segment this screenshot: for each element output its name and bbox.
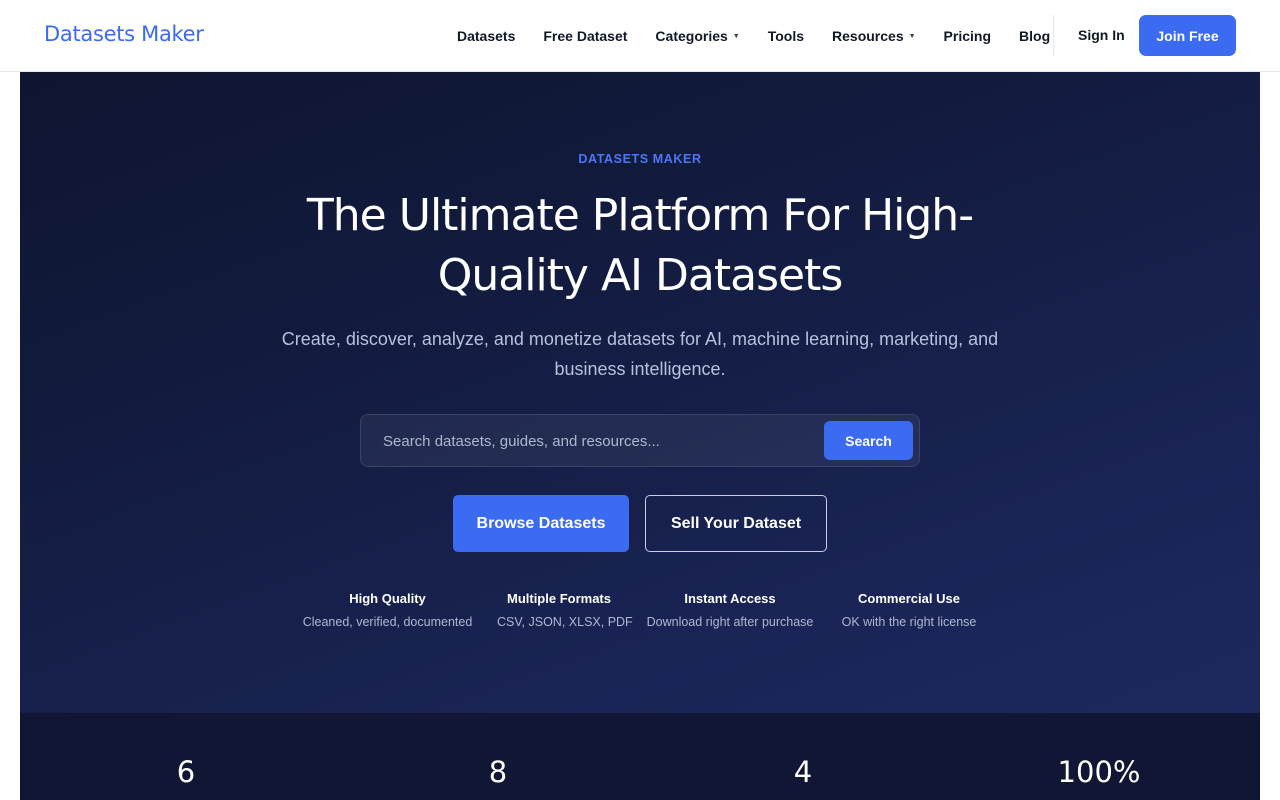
logo[interactable]: Datasets Maker bbox=[44, 22, 204, 46]
stat-value: 100% bbox=[1057, 755, 1141, 789]
nav-label: Categories bbox=[655, 28, 728, 44]
hero-eyebrow: DATASETS MAKER bbox=[578, 152, 702, 166]
feature-desc: Download right after purchase bbox=[646, 615, 814, 629]
nav-item-blog[interactable]: Blog bbox=[1019, 28, 1050, 44]
feature-item: Multiple Formats CSV, JSON, XLSX, PDF bbox=[497, 590, 633, 631]
nav-item-pricing[interactable]: Pricing bbox=[944, 28, 991, 44]
nav-label: Datasets bbox=[457, 28, 516, 44]
caret-down-icon: ▼ bbox=[908, 32, 916, 40]
nav-item-tools[interactable]: Tools bbox=[768, 28, 804, 44]
feature-item: High Quality Cleaned, verified, document… bbox=[302, 590, 473, 631]
feature-title: Instant Access bbox=[684, 591, 776, 606]
feature-title: High Quality bbox=[349, 591, 426, 606]
feature-item: Commercial Use OK with the right license bbox=[839, 590, 979, 631]
stat-value: 4 bbox=[793, 755, 813, 789]
nav-item-resources[interactable]: Resources ▼ bbox=[832, 28, 916, 44]
feature-desc: Cleaned, verified, documented bbox=[302, 615, 473, 629]
nav-label: Tools bbox=[767, 28, 805, 44]
sell-dataset-button[interactable]: Sell Your Dataset bbox=[645, 495, 827, 552]
nav-label: Resources bbox=[832, 28, 904, 44]
hero-section: DATASETS MAKER The Ultimate Platform For… bbox=[20, 72, 1260, 713]
sign-in-link[interactable]: Sign In bbox=[1078, 27, 1125, 43]
browse-datasets-button[interactable]: Browse Datasets bbox=[453, 495, 629, 552]
feature-item: Instant Access Download right after purc… bbox=[644, 590, 816, 631]
hero-title: The Ultimate Platform For High-Quality A… bbox=[306, 190, 974, 301]
nav-item-categories[interactable]: Categories ▼ bbox=[655, 28, 739, 44]
stat-value: 6 bbox=[176, 755, 196, 789]
site-header: Datasets Maker Datasets Free Dataset Cat… bbox=[0, 0, 1280, 72]
search-bar: Search bbox=[360, 414, 920, 467]
stat-value: 8 bbox=[488, 755, 508, 789]
feature-title: Multiple Formats bbox=[506, 591, 611, 606]
nav-item-datasets[interactable]: Datasets bbox=[457, 28, 515, 44]
nav-item-free-dataset[interactable]: Free Dataset bbox=[543, 28, 627, 44]
caret-down-icon: ▼ bbox=[732, 32, 740, 40]
stats-band: 6 8 4 100% bbox=[20, 713, 1260, 800]
feature-title: Commercial Use bbox=[858, 591, 960, 606]
search-button[interactable]: Search bbox=[824, 421, 913, 460]
join-free-button[interactable]: Join Free bbox=[1139, 15, 1236, 56]
main-nav: Datasets Free Dataset Categories ▼ Tools… bbox=[443, 0, 1064, 72]
nav-divider bbox=[1053, 15, 1054, 56]
nav-label: Blog bbox=[1019, 28, 1051, 44]
feature-desc: CSV, JSON, XLSX, PDF bbox=[497, 615, 633, 629]
feature-desc: OK with the right license bbox=[841, 615, 977, 629]
nav-label: Free Dataset bbox=[543, 28, 628, 44]
nav-label: Pricing bbox=[943, 28, 992, 44]
hero-subtitle: Create, discover, analyze, and monetize … bbox=[281, 329, 999, 379]
search-input[interactable] bbox=[369, 423, 819, 459]
